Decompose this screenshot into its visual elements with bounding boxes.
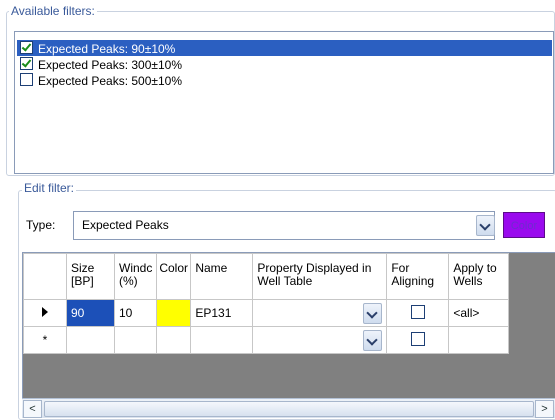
chevron-down-icon bbox=[366, 307, 379, 319]
type-select-value: Expected Peaks bbox=[82, 218, 169, 232]
filter-grid: Size [BP] Windc (%) Color Name Property … bbox=[22, 252, 555, 412]
cell-property-empty[interactable] bbox=[252, 326, 388, 354]
for-aligning-checkbox[interactable] bbox=[410, 304, 425, 319]
filter-checkbox-90[interactable] bbox=[20, 41, 33, 55]
row-header-corner bbox=[23, 253, 67, 300]
new-row-icon: * bbox=[42, 332, 48, 347]
property-dropdown-button[interactable] bbox=[363, 303, 383, 324]
filter-label: Expected Peaks: 300±10% bbox=[38, 57, 183, 72]
col-color[interactable]: Color bbox=[156, 253, 192, 300]
filter-label: Expected Peaks: 500±10% bbox=[38, 73, 183, 88]
type-label: Type: bbox=[26, 218, 56, 232]
col-property[interactable]: Property Displayed in Well Table bbox=[252, 253, 388, 300]
cell-window[interactable]: 10 bbox=[113, 299, 158, 327]
scrollbar-thumb[interactable] bbox=[44, 401, 534, 417]
type-select[interactable]: Expected Peaks bbox=[73, 211, 495, 240]
filter-item-300[interactable]: Expected Peaks: 300±10% bbox=[17, 56, 552, 72]
cell-apply-to-wells[interactable]: <all> bbox=[448, 299, 510, 327]
property-dropdown-button[interactable] bbox=[363, 330, 383, 351]
cell-name-empty[interactable] bbox=[190, 326, 254, 354]
filter-checkbox-300[interactable] bbox=[20, 57, 33, 71]
cell-apply-empty[interactable] bbox=[448, 326, 510, 354]
chevron-down-icon bbox=[479, 219, 491, 231]
filter-item-500[interactable]: Expected Peaks: 500±10% bbox=[17, 72, 552, 88]
filter-label: Expected Peaks: 90±10% bbox=[38, 41, 176, 56]
type-dropdown-button[interactable] bbox=[476, 215, 495, 236]
cell-name[interactable]: EP131 bbox=[190, 299, 254, 327]
cell-size-empty[interactable] bbox=[66, 326, 115, 354]
chevron-down-icon bbox=[366, 334, 379, 346]
cell-window-empty[interactable] bbox=[113, 326, 158, 354]
col-size[interactable]: Size [BP] bbox=[66, 253, 115, 300]
color-button[interactable]: Color bbox=[503, 212, 545, 238]
table-row[interactable]: 90 10 EP131 <all> bbox=[23, 299, 510, 327]
col-for-aligning[interactable]: For Aligning bbox=[386, 253, 450, 300]
cell-for-aligning[interactable] bbox=[386, 299, 450, 327]
for-aligning-checkbox[interactable] bbox=[410, 331, 425, 346]
current-row-indicator bbox=[23, 299, 67, 327]
new-row[interactable]: * bbox=[23, 326, 510, 354]
cell-color-swatch[interactable] bbox=[156, 299, 192, 327]
col-apply-to-wells[interactable]: Apply to Wells bbox=[448, 253, 510, 300]
edit-filter-label: Edit filter: bbox=[22, 181, 77, 195]
cell-color-empty[interactable] bbox=[156, 326, 192, 354]
cell-size[interactable]: 90 bbox=[66, 299, 115, 327]
col-name[interactable]: Name bbox=[190, 253, 254, 300]
filter-table: Size [BP] Windc (%) Color Name Property … bbox=[23, 253, 510, 354]
available-filters-label: Available filters: bbox=[9, 4, 97, 18]
scroll-left-button[interactable]: < bbox=[23, 400, 42, 418]
filter-item-90[interactable]: Expected Peaks: 90±10% bbox=[17, 40, 552, 56]
scroll-right-button[interactable]: > bbox=[535, 400, 554, 418]
cell-for-aligning-empty[interactable] bbox=[386, 326, 450, 354]
filter-checkbox-500[interactable] bbox=[20, 73, 33, 87]
cell-property[interactable] bbox=[252, 299, 388, 327]
new-row-indicator: * bbox=[23, 326, 67, 354]
horizontal-scrollbar[interactable]: < > bbox=[22, 398, 555, 418]
filters-listbox[interactable]: Expected Peaks: 90±10% Expected Peaks: 3… bbox=[14, 31, 554, 174]
col-window[interactable]: Windc (%) bbox=[113, 253, 158, 300]
current-row-arrow-icon bbox=[42, 306, 48, 317]
